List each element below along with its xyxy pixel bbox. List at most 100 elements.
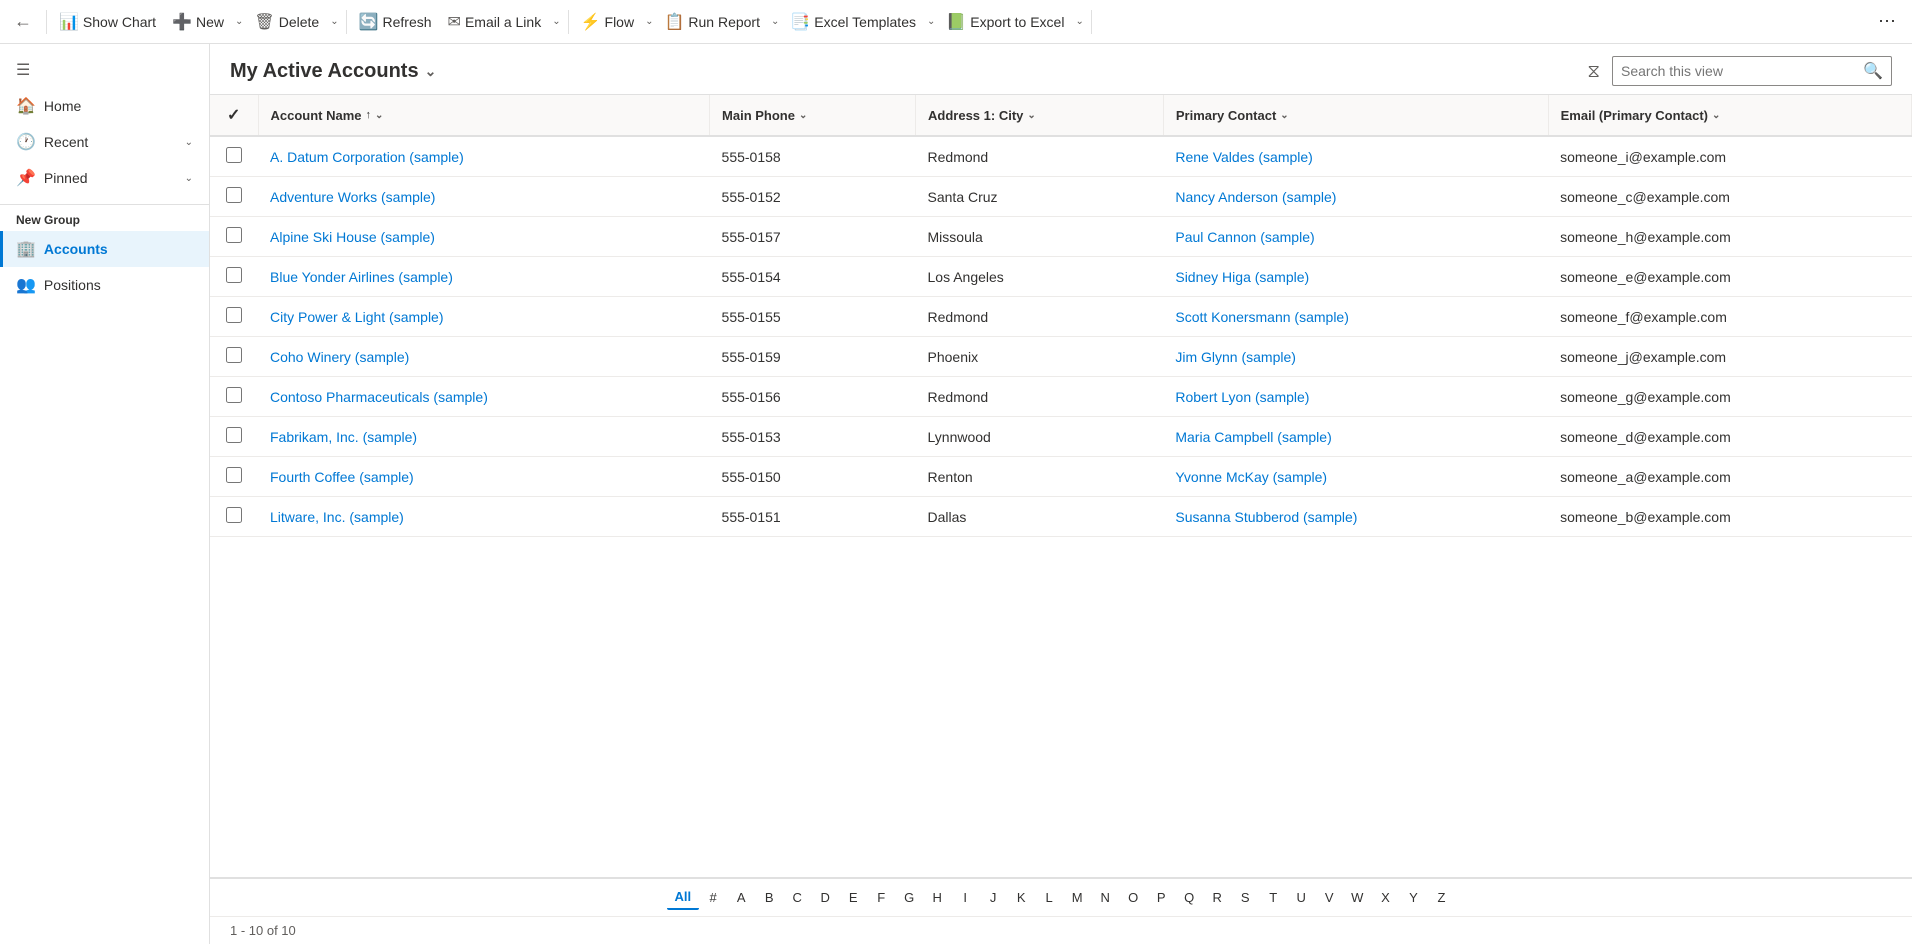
alpha-item-k[interactable]: K [1007, 886, 1035, 909]
row-checkbox-4[interactable] [226, 307, 242, 323]
main-phone-filter-icon[interactable]: ⌄ [799, 110, 807, 121]
account-name-cell[interactable]: Coho Winery (sample) [258, 337, 710, 377]
row-checkbox-6[interactable] [226, 387, 242, 403]
view-title-chevron-icon[interactable]: ⌄ [425, 63, 437, 80]
city-filter-icon[interactable]: ⌄ [1027, 110, 1035, 121]
run-report-button[interactable]: 📋 Run Report [656, 8, 768, 36]
table-row[interactable]: Contoso Pharmaceuticals (sample) 555-015… [210, 377, 1912, 417]
table-row[interactable]: Adventure Works (sample) 555-0152 Santa … [210, 177, 1912, 217]
primary-contact-cell[interactable]: Sidney Higa (sample) [1163, 257, 1548, 297]
alpha-item-h[interactable]: H [923, 886, 951, 909]
alpha-item-v[interactable]: V [1315, 886, 1343, 909]
account-name-cell[interactable]: A. Datum Corporation (sample) [258, 136, 710, 177]
account-name-cell[interactable]: Contoso Pharmaceuticals (sample) [258, 377, 710, 417]
alpha-item-b[interactable]: B [755, 886, 783, 909]
primary-contact-cell[interactable]: Robert Lyon (sample) [1163, 377, 1548, 417]
city-column-header[interactable]: Address 1: City ⌄ [916, 95, 1164, 136]
account-name-cell[interactable]: Blue Yonder Airlines (sample) [258, 257, 710, 297]
primary-contact-cell[interactable]: Nancy Anderson (sample) [1163, 177, 1548, 217]
primary-contact-cell[interactable]: Yvonne McKay (sample) [1163, 457, 1548, 497]
primary-contact-filter-icon[interactable]: ⌄ [1280, 110, 1288, 121]
excel-templates-button[interactable]: 📑 Excel Templates [782, 8, 924, 36]
refresh-button[interactable]: 🔄 Refresh [351, 8, 440, 36]
table-row[interactable]: Fourth Coffee (sample) 555-0150 Renton Y… [210, 457, 1912, 497]
email-column-header[interactable]: Email (Primary Contact) ⌄ [1548, 95, 1911, 136]
primary-contact-cell[interactable]: Maria Campbell (sample) [1163, 417, 1548, 457]
alpha-item-a[interactable]: A [727, 886, 755, 909]
table-row[interactable]: Fabrikam, Inc. (sample) 555-0153 Lynnwoo… [210, 417, 1912, 457]
table-row[interactable]: City Power & Light (sample) 555-0155 Red… [210, 297, 1912, 337]
account-name-cell[interactable]: Alpine Ski House (sample) [258, 217, 710, 257]
account-name-filter-icon[interactable]: ⌄ [375, 110, 383, 121]
account-name-cell[interactable]: Fourth Coffee (sample) [258, 457, 710, 497]
show-chart-button[interactable]: 📊 Show Chart [51, 8, 164, 36]
alpha-item-p[interactable]: P [1147, 886, 1175, 909]
email-filter-icon[interactable]: ⌄ [1712, 110, 1720, 121]
row-checkbox-3[interactable] [226, 267, 242, 283]
sidebar-item-accounts[interactable]: 🏢 Accounts [0, 231, 209, 267]
table-row[interactable]: Alpine Ski House (sample) 555-0157 Misso… [210, 217, 1912, 257]
run-report-dropdown-chevron[interactable]: ⌄ [768, 12, 782, 31]
alpha-item-e[interactable]: E [839, 886, 867, 909]
sidebar-item-pinned[interactable]: 📌 Pinned ⌄ [0, 160, 209, 196]
alpha-item-f[interactable]: F [867, 886, 895, 909]
flow-dropdown-chevron[interactable]: ⌄ [642, 12, 656, 31]
alpha-item-i[interactable]: I [951, 886, 979, 909]
table-row[interactable]: A. Datum Corporation (sample) 555-0158 R… [210, 136, 1912, 177]
alpha-item-x[interactable]: X [1371, 886, 1399, 909]
hamburger-menu[interactable]: ☰ [0, 52, 209, 88]
more-options-button[interactable]: ⋯ [1870, 7, 1904, 36]
alpha-item-l[interactable]: L [1035, 886, 1063, 909]
row-checkbox-7[interactable] [226, 427, 242, 443]
flow-button[interactable]: ⚡ Flow [573, 8, 642, 36]
export-excel-button[interactable]: 📗 Export to Excel [938, 8, 1072, 36]
primary-contact-cell[interactable]: Rene Valdes (sample) [1163, 136, 1548, 177]
search-input[interactable] [1621, 63, 1863, 79]
new-dropdown-chevron[interactable]: ⌄ [232, 12, 246, 31]
back-button[interactable]: ← [8, 7, 38, 36]
alpha-item-c[interactable]: C [783, 886, 811, 909]
email-dropdown-chevron[interactable]: ⌄ [549, 12, 563, 31]
excel-templates-dropdown-chevron[interactable]: ⌄ [924, 12, 938, 31]
row-checkbox-9[interactable] [226, 507, 242, 523]
alpha-item-j[interactable]: J [979, 886, 1007, 909]
alpha-item-z[interactable]: Z [1427, 886, 1455, 909]
table-row[interactable]: Coho Winery (sample) 555-0159 Phoenix Ji… [210, 337, 1912, 377]
main-phone-column-header[interactable]: Main Phone ⌄ [710, 95, 916, 136]
primary-contact-cell[interactable]: Susanna Stubberod (sample) [1163, 497, 1548, 537]
account-name-column-header[interactable]: Account Name ↑ ⌄ [258, 95, 710, 136]
alpha-item-m[interactable]: M [1063, 886, 1091, 909]
delete-button[interactable]: 🗑 Delete [246, 8, 327, 36]
primary-contact-cell[interactable]: Paul Cannon (sample) [1163, 217, 1548, 257]
alpha-item-q[interactable]: Q [1175, 886, 1203, 909]
primary-contact-cell[interactable]: Scott Konersmann (sample) [1163, 297, 1548, 337]
table-row[interactable]: Blue Yonder Airlines (sample) 555-0154 L… [210, 257, 1912, 297]
row-checkbox-0[interactable] [226, 147, 242, 163]
row-checkbox-5[interactable] [226, 347, 242, 363]
alpha-item-all[interactable]: All [667, 885, 700, 910]
account-name-cell[interactable]: City Power & Light (sample) [258, 297, 710, 337]
alpha-item-d[interactable]: D [811, 886, 839, 909]
primary-contact-column-header[interactable]: Primary Contact ⌄ [1163, 95, 1548, 136]
select-all-checkmark[interactable]: ✓ [227, 105, 240, 125]
alpha-item-n[interactable]: N [1091, 886, 1119, 909]
alpha-item-u[interactable]: U [1287, 886, 1315, 909]
alpha-item-t[interactable]: T [1259, 886, 1287, 909]
email-link-button[interactable]: ✉ Email a Link [440, 8, 550, 36]
sidebar-item-home[interactable]: 🏠 Home [0, 88, 209, 124]
primary-contact-cell[interactable]: Jim Glynn (sample) [1163, 337, 1548, 377]
delete-dropdown-chevron[interactable]: ⌄ [327, 12, 341, 31]
account-name-cell[interactable]: Fabrikam, Inc. (sample) [258, 417, 710, 457]
alpha-item-r[interactable]: R [1203, 886, 1231, 909]
alpha-item-w[interactable]: W [1343, 886, 1371, 909]
row-checkbox-1[interactable] [226, 187, 242, 203]
new-button[interactable]: ➕ New [164, 8, 232, 36]
filter-button[interactable]: ⧖ [1583, 57, 1604, 86]
row-checkbox-2[interactable] [226, 227, 242, 243]
row-checkbox-8[interactable] [226, 467, 242, 483]
account-name-cell[interactable]: Litware, Inc. (sample) [258, 497, 710, 537]
table-row[interactable]: Litware, Inc. (sample) 555-0151 Dallas S… [210, 497, 1912, 537]
alpha-item-y[interactable]: Y [1399, 886, 1427, 909]
account-name-cell[interactable]: Adventure Works (sample) [258, 177, 710, 217]
alpha-item-g[interactable]: G [895, 886, 923, 909]
